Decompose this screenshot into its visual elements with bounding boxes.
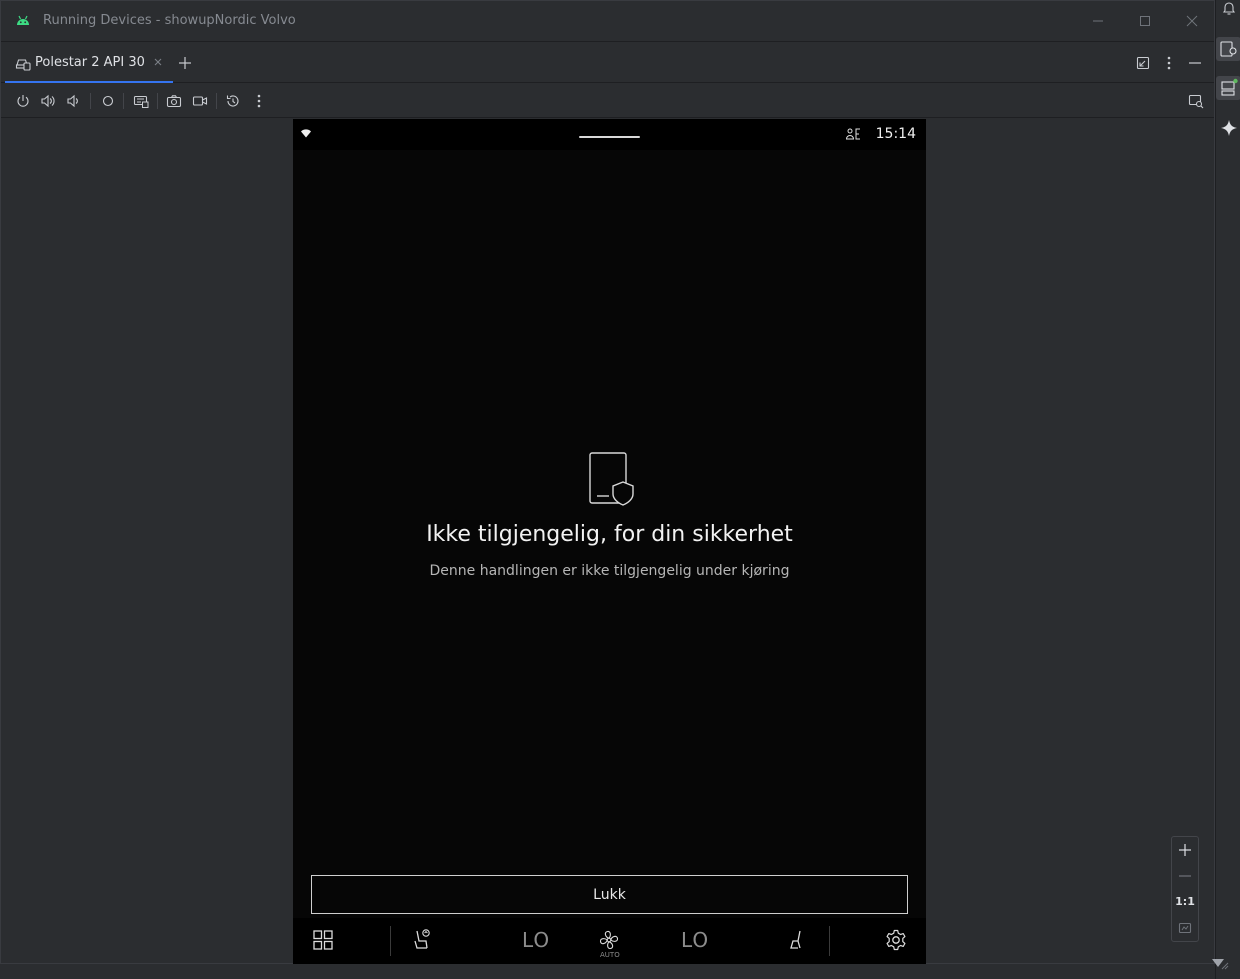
settings-gear-icon[interactable] bbox=[885, 929, 907, 951]
notifications-bell-icon[interactable] bbox=[1221, 0, 1237, 16]
close-window-button[interactable] bbox=[1183, 12, 1201, 30]
climate-divider bbox=[829, 926, 830, 956]
right-temperature[interactable]: LO bbox=[681, 928, 709, 952]
car-device-icon bbox=[15, 55, 31, 71]
minimize-window-button[interactable] bbox=[1089, 12, 1107, 30]
hide-panel-icon[interactable] bbox=[1187, 55, 1203, 71]
device-manager-tool[interactable] bbox=[1216, 37, 1240, 61]
maximize-window-button[interactable] bbox=[1136, 12, 1154, 30]
driver-seat-heat-icon[interactable] bbox=[412, 929, 432, 951]
title-bar: Running Devices - showupNordic Volvo bbox=[1, 1, 1214, 42]
unavailable-subtitle: Denne handlingen er ikke tilgjengelig un… bbox=[429, 563, 790, 579]
climate-bar: LO AUTO LO bbox=[293, 918, 926, 964]
app-grid-icon[interactable] bbox=[313, 930, 333, 950]
volume-down-icon[interactable] bbox=[65, 93, 81, 109]
zoom-in-icon[interactable] bbox=[1177, 842, 1193, 858]
fit-screen-icon[interactable] bbox=[1177, 920, 1193, 936]
passenger-seat-icon[interactable] bbox=[789, 929, 805, 951]
toolbar-divider bbox=[123, 93, 124, 109]
volume-up-icon[interactable] bbox=[40, 93, 56, 109]
right-tool-strip bbox=[1212, 0, 1240, 979]
device-toolbar bbox=[1, 84, 1214, 118]
left-temperature[interactable]: LO bbox=[522, 928, 550, 952]
add-device-icon[interactable] bbox=[177, 55, 193, 71]
device-screen[interactable]: 15:14 Ikke tilgjengelig, for din sikkerh… bbox=[293, 119, 926, 964]
wifi-icon bbox=[301, 129, 311, 138]
home-icon[interactable] bbox=[100, 93, 116, 109]
active-tab-indicator bbox=[5, 81, 173, 83]
device-shield-icon bbox=[589, 452, 635, 506]
fan-icon[interactable] bbox=[599, 930, 619, 950]
window-title: Running Devices - showupNordic Volvo bbox=[43, 13, 296, 28]
device-tab-bar: Polestar 2 API 30 bbox=[1, 43, 1214, 83]
more-actions-icon[interactable] bbox=[251, 93, 267, 109]
status-time: 15:14 bbox=[875, 126, 916, 142]
profile-status-icon bbox=[846, 128, 862, 140]
actual-size-button[interactable]: 1:1 bbox=[1172, 895, 1198, 908]
layout-inspector-icon[interactable] bbox=[1188, 93, 1204, 109]
toolbar-divider bbox=[90, 93, 91, 109]
screen-record-icon[interactable] bbox=[192, 93, 208, 109]
close-tab-icon[interactable] bbox=[153, 57, 163, 67]
android-icon bbox=[16, 14, 30, 26]
running-devices-window: Running Devices - showupNordic Volvo Pol… bbox=[0, 0, 1215, 964]
fan-auto-label: AUTO bbox=[600, 951, 620, 959]
ai-assistant-sparkle-icon[interactable] bbox=[1220, 119, 1238, 137]
power-icon[interactable] bbox=[15, 93, 31, 109]
climate-divider bbox=[390, 926, 391, 956]
more-options-icon[interactable] bbox=[1161, 55, 1177, 71]
resize-corner-icon[interactable] bbox=[1210, 955, 1230, 971]
keyboard-input-icon[interactable] bbox=[133, 93, 149, 109]
detach-window-icon[interactable] bbox=[1135, 55, 1151, 71]
rotate-icon[interactable] bbox=[225, 93, 241, 109]
close-button[interactable]: Lukk bbox=[311, 875, 908, 914]
zoom-out-icon[interactable] bbox=[1177, 868, 1193, 884]
tab-label: Polestar 2 API 30 bbox=[35, 55, 145, 70]
unavailable-title: Ikke tilgjengelig, for din sikkerhet bbox=[426, 522, 793, 547]
running-devices-tool[interactable] bbox=[1216, 76, 1240, 100]
screenshot-camera-icon[interactable] bbox=[166, 93, 182, 109]
toolbar-divider bbox=[216, 93, 217, 109]
device-status-bar: 15:14 bbox=[293, 119, 926, 150]
tab-polestar-2-api-30[interactable]: Polestar 2 API 30 bbox=[5, 43, 173, 83]
notification-handle[interactable] bbox=[579, 136, 640, 138]
zoom-controls: 1:1 bbox=[1171, 836, 1199, 942]
toolbar-divider bbox=[157, 93, 158, 109]
